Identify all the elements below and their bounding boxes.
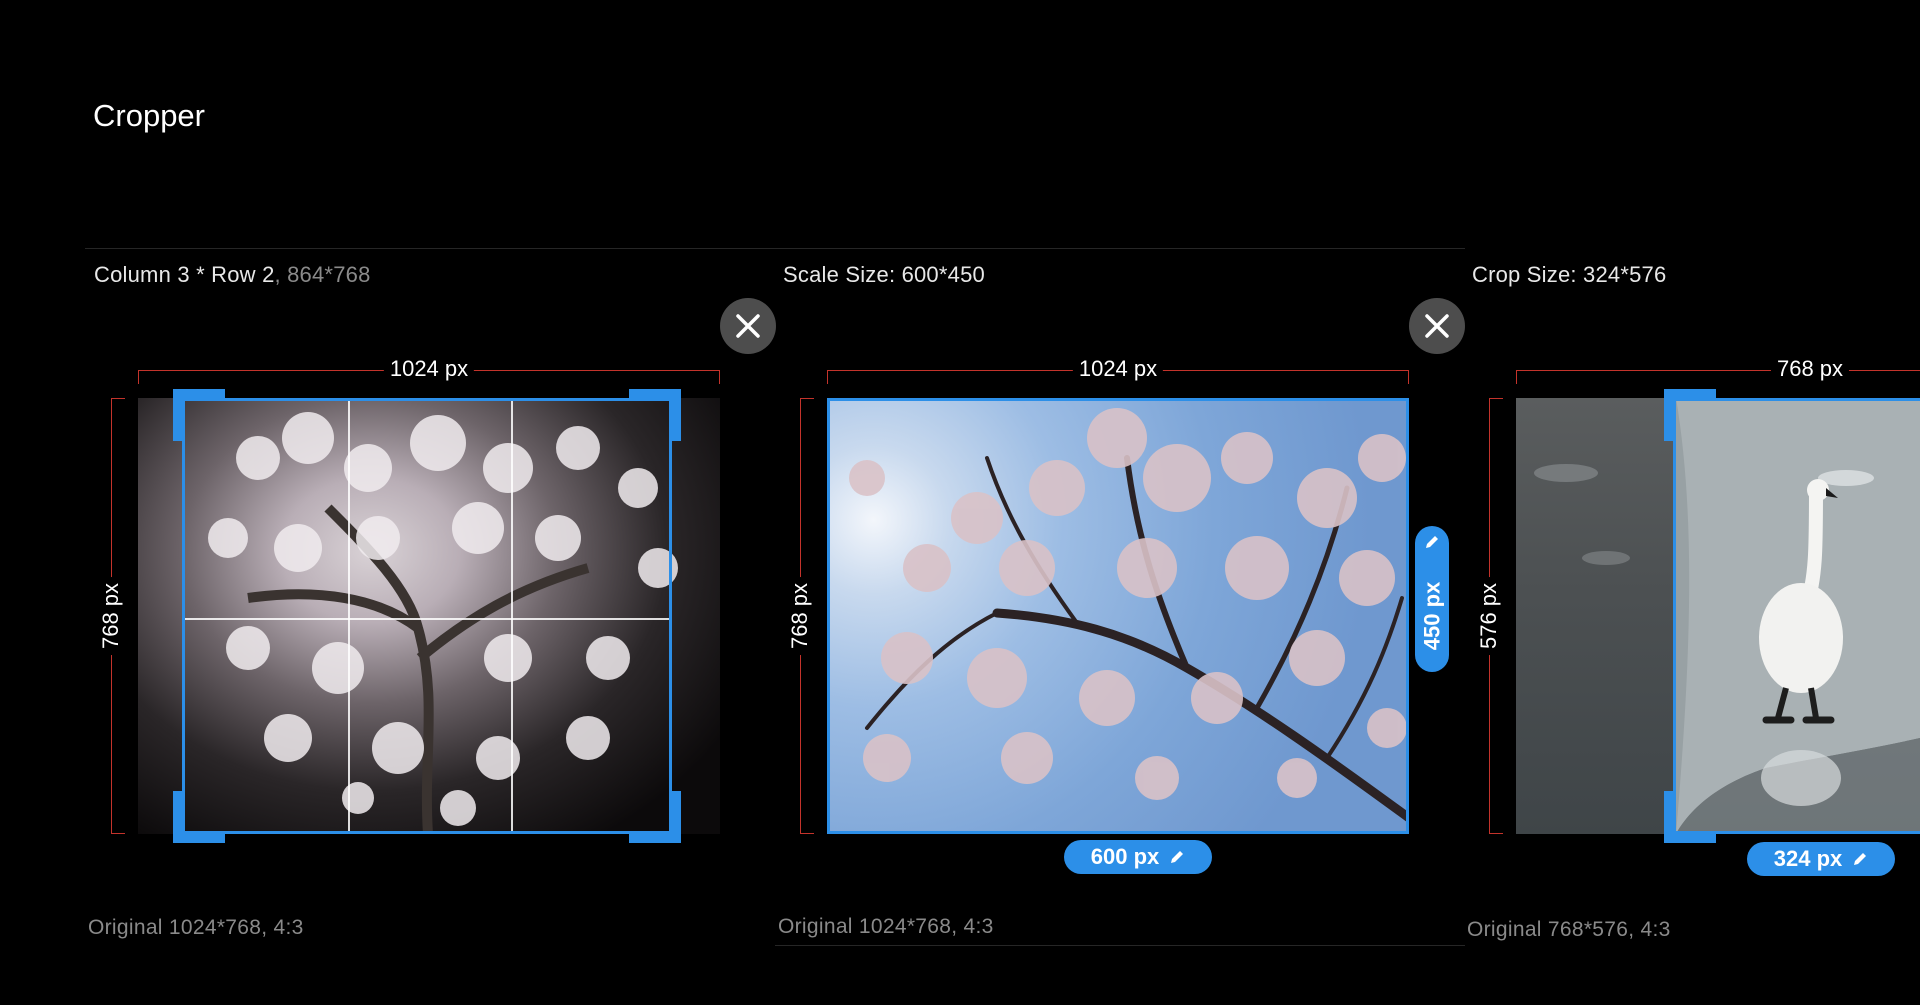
scale-width-value: 600 px: [1090, 844, 1160, 869]
height-dimension-label: 576 px: [1476, 576, 1502, 656]
crop-handle-top-right[interactable]: [629, 389, 681, 441]
crop-handle-bottom-right[interactable]: [629, 791, 681, 843]
panel-scale: Scale Size: 600*450 1024 px 768 px 600 p…: [775, 248, 1465, 948]
scale-height-value: 450 px: [1419, 581, 1444, 651]
panel-caption: Scale Size: 600*450: [783, 262, 985, 287]
scale-height-pill[interactable]: 450 px: [1415, 526, 1449, 672]
crop-width-value: 324 px: [1773, 846, 1843, 871]
app-title: Cropper: [93, 98, 205, 133]
panel-grid-crop: Column 3 * Row 2, 864*768 1024 px 768 px: [85, 248, 776, 948]
crop-handle-bottom-left[interactable]: [173, 791, 225, 843]
width-dimension-label: 1024 px: [383, 356, 475, 382]
caption-main: Column 3 * Row 2: [94, 262, 275, 287]
grid-line: [185, 618, 669, 620]
panel-caption: Column 3 * Row 2, 864*768: [94, 262, 371, 288]
panel-divider: [85, 248, 775, 249]
grid-line: [511, 401, 513, 831]
pencil-icon: [1854, 853, 1867, 865]
pencil-icon: [1426, 536, 1438, 548]
pencil-icon: [1171, 851, 1184, 863]
width-dimension-line: [1516, 370, 1920, 384]
scale-width-pill[interactable]: 600 px: [1064, 840, 1212, 874]
height-dimension-label: 768 px: [98, 576, 124, 656]
caption-separator: ,: [274, 262, 288, 287]
crop-handle-bottom-left[interactable]: [1664, 791, 1716, 843]
original-info: Original 1024*768, 4:3: [88, 916, 304, 939]
crop-frame[interactable]: [173, 389, 681, 843]
crop-width-pill[interactable]: 324 px: [1747, 842, 1895, 876]
crop-handle-top-left[interactable]: [173, 389, 225, 441]
original-info: Original 768*576, 4:3: [1467, 918, 1671, 941]
width-dimension-label: 768 px: [1770, 356, 1850, 382]
remove-button[interactable]: [1409, 298, 1465, 354]
crop-frame[interactable]: [1664, 389, 1920, 843]
caption-sub: 864*768: [287, 262, 371, 287]
width-dimension-label: 1024 px: [1072, 356, 1164, 382]
remove-button[interactable]: [720, 298, 776, 354]
grid-line: [348, 401, 350, 831]
original-info: Original 1024*768, 4:3: [778, 915, 994, 938]
height-dimension-label: 768 px: [787, 576, 813, 656]
close-icon: [736, 314, 760, 338]
panel-divider: [775, 945, 1465, 946]
scale-height-wrapper: 450 px: [1398, 560, 1467, 672]
panel-crop-size: Crop Size: 324*576 768 px 576 px 324 px …: [1464, 248, 1920, 948]
close-icon: [1425, 314, 1449, 338]
panel-divider: [775, 248, 1465, 249]
crop-handle-top-left[interactable]: [1664, 389, 1716, 441]
scale-frame[interactable]: [827, 398, 1409, 834]
panel-caption: Crop Size: 324*576: [1472, 262, 1667, 287]
